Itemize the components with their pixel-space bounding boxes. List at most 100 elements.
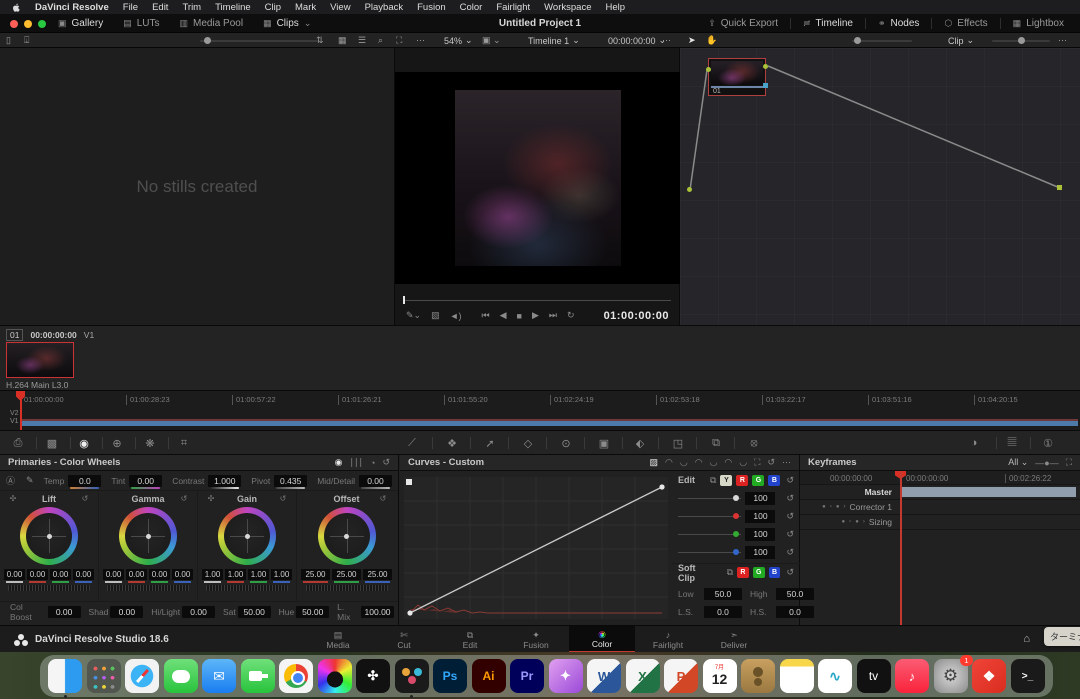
info-icon[interactable]: ①: [1036, 435, 1060, 451]
menu-help[interactable]: Help: [605, 2, 625, 13]
r-gain-reset-icon[interactable]: ↺: [786, 511, 794, 522]
lift-master-slider[interactable]: [8, 585, 90, 591]
dock-excel-icon[interactable]: X: [626, 659, 660, 693]
g-gain-reset-icon[interactable]: ↺: [786, 529, 794, 540]
channel-y-button[interactable]: Y: [720, 475, 732, 486]
gallery-toggle-button[interactable]: ▣Gallery: [48, 14, 113, 33]
gamma-reset-icon[interactable]: ↺: [179, 494, 189, 503]
gang-link-icon[interactable]: ⧉: [710, 475, 716, 486]
menu-app-name[interactable]: DaVinci Resolve: [35, 2, 109, 13]
keyframes-row-sizing[interactable]: ● ▫ ● › Sizing: [800, 515, 1080, 530]
corrector1-lock-icon[interactable]: ▫: [830, 504, 832, 510]
menu-view[interactable]: View: [330, 2, 350, 13]
node-key-output-square[interactable]: [763, 83, 768, 88]
pointer-tool-icon[interactable]: ➤: [688, 33, 696, 48]
dock-music-icon[interactable]: ♪: [895, 659, 929, 693]
dock-finder-icon[interactable]: [48, 659, 82, 693]
page-edit[interactable]: ⧉Edit: [437, 626, 503, 653]
soft-clip-link-icon[interactable]: ⧉: [727, 567, 733, 578]
quick-export-button[interactable]: ⇪Quick Export: [698, 14, 788, 33]
sizing-keyframe-dot[interactable]: ●: [855, 519, 859, 525]
stereo-3d-icon[interactable]: ⦻: [742, 435, 766, 451]
dock-calendar-icon[interactable]: 7月12: [703, 659, 737, 693]
lift-adjust-icon[interactable]: ✣: [8, 494, 18, 503]
sat-vs-sat-icon[interactable]: ◠: [724, 457, 732, 468]
gain-adjust-icon[interactable]: ✣: [206, 494, 216, 503]
offset-reset-icon[interactable]: ↺: [378, 494, 388, 503]
minimize-window-button[interactable]: [24, 20, 32, 28]
channel-r-button[interactable]: R: [736, 475, 748, 486]
menu-file[interactable]: File: [123, 2, 138, 13]
node-rgb-input-dot[interactable]: [706, 67, 711, 72]
offset-color-wheel[interactable]: [318, 507, 376, 565]
blur-icon[interactable]: ⬖: [628, 435, 652, 451]
node-graph-panel[interactable]: 01: [680, 48, 1080, 325]
lift-r-value[interactable]: 0.00: [27, 569, 48, 580]
tint-field[interactable]: 0.00: [129, 475, 162, 487]
loop-button[interactable]: ↻: [562, 310, 580, 321]
media-pool-toggle-button[interactable]: ▥Media Pool: [170, 14, 254, 33]
expand-icon[interactable]: ⛶: [396, 33, 402, 48]
go-to-end-button[interactable]: ⏭: [544, 310, 562, 321]
dock-notes-icon[interactable]: [780, 659, 814, 693]
power-window-icon[interactable]: ◇: [516, 435, 540, 451]
thumbnail-size-select[interactable]: ▣ ⌄: [482, 33, 501, 48]
page-fusion[interactable]: ✦Fusion: [503, 626, 569, 653]
sizing-expand-chevron[interactable]: ›: [863, 519, 865, 525]
gain-y-value[interactable]: 1.00: [202, 569, 223, 580]
menu-playback[interactable]: Playback: [365, 2, 404, 13]
stop-button[interactable]: ■: [512, 311, 527, 321]
sizing-enable-dot[interactable]: ●: [841, 519, 845, 525]
gain-r-value[interactable]: 1.00: [225, 569, 246, 580]
menu-fairlight[interactable]: Fairlight: [496, 2, 530, 13]
corrector-node-01[interactable]: 01: [708, 58, 766, 96]
b-gain-slider[interactable]: [678, 552, 741, 553]
dock-terminal-icon[interactable]: >_: [1011, 659, 1045, 693]
motion-effects-icon[interactable]: ⌗: [172, 435, 196, 451]
lift-reset-icon[interactable]: ↺: [80, 494, 90, 503]
dock-launchpad-icon[interactable]: [87, 659, 121, 693]
dock-capcut-icon[interactable]: ✣: [356, 659, 390, 693]
hdr-grade-icon[interactable]: ⊕: [105, 435, 129, 451]
sizing-icon[interactable]: ⧉: [704, 435, 728, 451]
mini-timeline[interactable]: 01:00:00:00 01:00:28:23 01:00:57:22 01:0…: [0, 390, 1080, 430]
keyframes-zoom-slider[interactable]: —●—: [1035, 458, 1058, 468]
node-options-icon[interactable]: ⋯: [1058, 33, 1067, 48]
viewer-options-icon[interactable]: ⋯: [662, 33, 671, 48]
project-manager-home-icon[interactable]: ⌂: [1023, 633, 1030, 645]
r-gain-value[interactable]: 100: [745, 510, 775, 523]
hue-vs-sat-icon[interactable]: ◡: [680, 457, 688, 468]
dock-contacts-icon[interactable]: [741, 659, 775, 693]
gain-g-value[interactable]: 1.00: [248, 569, 269, 580]
key-icon[interactable]: ◳: [666, 435, 690, 451]
wheels-mode-icon[interactable]: ◉: [335, 457, 343, 468]
viewer-zoom-select[interactable]: 54%⌄: [444, 33, 473, 48]
lift-b-value[interactable]: 0.00: [73, 569, 94, 580]
col-boost-field[interactable]: 0.00: [48, 606, 81, 618]
lift-color-wheel[interactable]: [20, 507, 78, 565]
go-to-start-button[interactable]: ⏮: [477, 310, 495, 321]
dock-chrome-icon[interactable]: [279, 659, 313, 693]
menu-edit[interactable]: Edit: [152, 2, 168, 13]
dock-safari-icon[interactable]: [125, 659, 159, 693]
dock-facetime-icon[interactable]: [241, 659, 275, 693]
y-gain-reset-icon[interactable]: ↺: [786, 493, 794, 504]
y-gain-slider[interactable]: [678, 498, 741, 499]
menu-workspace[interactable]: Workspace: [544, 2, 591, 13]
menu-fusion[interactable]: Fusion: [417, 2, 446, 13]
r-gain-slider[interactable]: [678, 516, 741, 517]
curves-expand-icon[interactable]: ⛶: [754, 457, 760, 468]
dock-final-cut-pro-icon[interactable]: [318, 659, 352, 693]
play-button[interactable]: ▶: [527, 310, 544, 321]
hand-tool-icon[interactable]: ✋: [706, 33, 717, 48]
soft-g-button[interactable]: G: [753, 567, 765, 578]
g-gain-value[interactable]: 100: [745, 528, 775, 541]
highlight-icon[interactable]: ◑: [962, 435, 986, 451]
lift-y-value[interactable]: 0.00: [4, 569, 25, 580]
dock-photoshop-icon[interactable]: Ps: [433, 659, 467, 693]
page-fairlight[interactable]: ♪Fairlight: [635, 626, 701, 653]
dock-apple-tv-icon[interactable]: tv: [857, 659, 891, 693]
page-deliver[interactable]: ➣Deliver: [701, 626, 767, 653]
v1-clip-bar[interactable]: [22, 419, 1078, 426]
dock-freeform-icon[interactable]: ∿: [818, 659, 852, 693]
